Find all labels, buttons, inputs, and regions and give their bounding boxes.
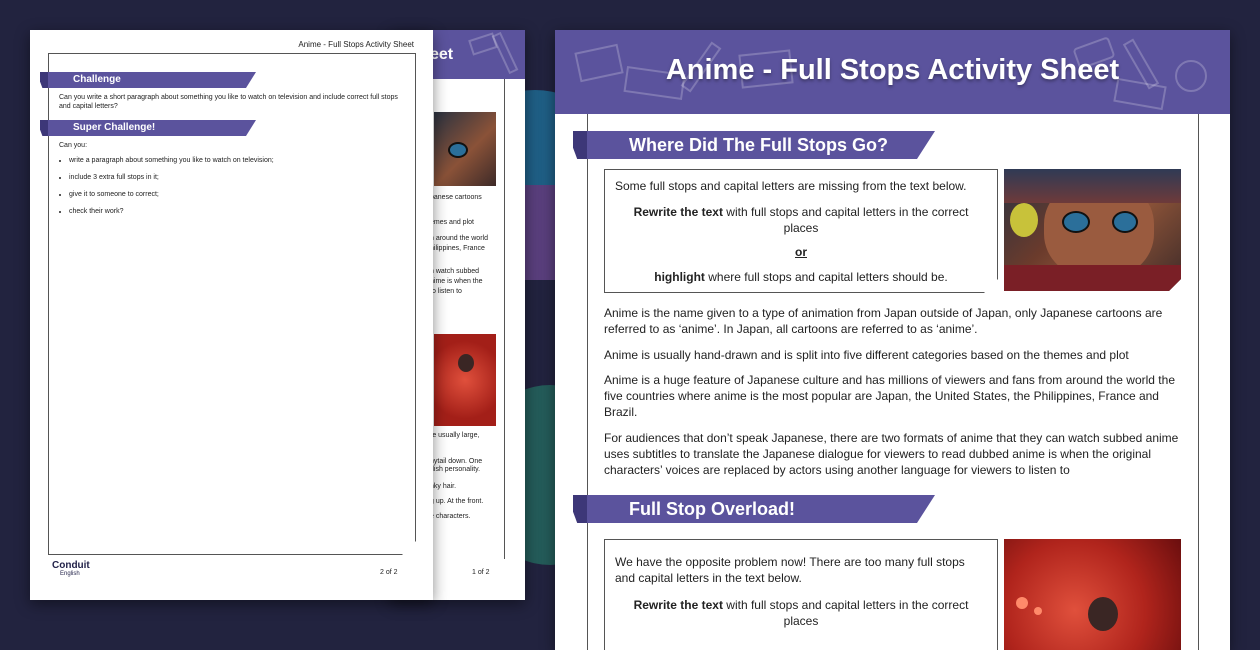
super-challenge-list: write a paragraph about something you li… <box>59 156 289 224</box>
super-challenge-item: write a paragraph about something you li… <box>69 156 289 165</box>
super-challenge-intro: Can you: <box>59 142 88 149</box>
super-challenge-heading: Super Challenge! <box>48 120 256 136</box>
section-tab-notch <box>40 72 48 88</box>
super-challenge-heading-text: Super Challenge! <box>73 122 156 133</box>
logo-sub: English <box>60 571 80 577</box>
middle-snippet: dish personality. <box>430 466 481 473</box>
activity-sheet-page-2: Anime - Full Stops Activity Sheet Challe… <box>30 30 433 600</box>
section-tab-notch <box>573 495 587 523</box>
paragraph-2: Anime is usually hand-drawn and is split… <box>604 348 1129 362</box>
anime-girl-red-image <box>1004 539 1181 650</box>
middle-snippet: g up. At the front. <box>430 498 484 505</box>
challenge-heading: Challenge <box>48 72 256 88</box>
middle-snippet: e characters. <box>430 513 471 520</box>
instruction-rewrite-bold: Rewrite the text <box>633 205 723 219</box>
image-eye-left <box>1062 211 1090 233</box>
middle-snippet: panese cartoons <box>430 194 482 201</box>
middle-snippet: hilippines, France <box>430 245 485 252</box>
middle-title-fragment: eet <box>430 46 454 63</box>
middle-snippet: nytail down. One <box>430 458 483 465</box>
instruction-highlight-bold: highlight <box>654 270 705 284</box>
instruction-highlight: highlight where full stops and capital l… <box>605 270 997 284</box>
section-heading-full-stop-overload: Full Stop Overload! <box>587 495 935 523</box>
image-eye <box>448 142 468 158</box>
middle-page-number: 1 of 2 <box>472 569 490 576</box>
image-hair <box>1004 169 1181 203</box>
image-glow <box>1016 597 1028 609</box>
page-2-page-number: 2 of 2 <box>380 569 398 576</box>
instruction-intro-2: We have the opposite problem now! There … <box>615 555 965 585</box>
image-glow <box>1034 607 1042 615</box>
middle-snippet: n around the world <box>430 235 488 242</box>
image-eye-right <box>1112 211 1138 233</box>
activity-sheet-page-1: Anime - Full Stops Activity Sheet Where … <box>555 30 1230 650</box>
page-title: Anime - Full Stops Activity Sheet <box>665 54 1120 86</box>
middle-snippet: n watch subbed <box>430 268 480 275</box>
instruction-or: or <box>795 245 807 259</box>
instruction-box-2: We have the opposite problem now! There … <box>604 539 998 650</box>
super-challenge-item: check their work? <box>69 207 289 216</box>
middle-snippet: nky hair. <box>430 483 457 490</box>
middle-anime-red-image <box>434 334 496 426</box>
middle-snippet: to listen to <box>430 288 462 295</box>
image-light <box>1010 203 1038 237</box>
super-challenge-item: give it to someone to correct; <box>69 190 289 199</box>
middle-snippet: nime is when the <box>430 278 483 285</box>
instruction-rewrite-rest: with full stops and capital letters in t… <box>722 205 969 235</box>
middle-snippet: re usually large, <box>430 432 480 439</box>
logo-name: Conduit <box>52 560 90 571</box>
challenge-heading-text: Challenge <box>73 74 121 85</box>
super-challenge-item: include 3 extra full stops in it; <box>69 173 289 182</box>
paragraph-3: Anime is a huge feature of Japanese cult… <box>604 373 1175 419</box>
section-tab-notch <box>573 131 587 159</box>
paragraph-4: For audiences that don’t speak Japanese,… <box>604 431 1179 477</box>
instruction-highlight-rest: where full stops and capital letters sho… <box>704 270 948 284</box>
doodle-eraser <box>468 32 498 56</box>
paragraph-1: Anime is the name given to a type of ani… <box>604 306 1163 336</box>
instruction-rewrite-rest-2: with full stops and capital letters in t… <box>722 598 969 628</box>
title-banner: Anime - Full Stops Activity Sheet <box>555 30 1230 114</box>
instruction-intro: Some full stops and capital letters are … <box>615 179 967 193</box>
instruction-rewrite: Rewrite the text with full stops and cap… <box>625 204 977 236</box>
challenge-text: Can you write a short paragraph about so… <box>59 94 398 110</box>
section-heading-where-did-full-stops-go: Where Did The Full Stops Go? <box>587 131 935 159</box>
image-head <box>1088 597 1118 631</box>
middle-snippet: emes and plot <box>430 219 474 226</box>
image-head <box>458 354 474 372</box>
doodle-pencil <box>491 31 519 75</box>
anime-character-image <box>1004 169 1181 291</box>
middle-anime-image <box>434 112 496 186</box>
instruction-rewrite-2: Rewrite the text with full stops and cap… <box>625 597 977 629</box>
image-collar <box>1004 265 1181 291</box>
page-2-header-title: Anime - Full Stops Activity Sheet <box>298 40 414 49</box>
instruction-box: Some full stops and capital letters are … <box>604 169 998 293</box>
conduit-logo: Conduit English <box>52 560 90 577</box>
instruction-rewrite-bold-2: Rewrite the text <box>633 598 723 612</box>
section-tab-notch <box>40 120 48 136</box>
section-heading-text: Where Did The Full Stops Go? <box>629 135 888 155</box>
section-heading-text: Full Stop Overload! <box>629 499 796 519</box>
